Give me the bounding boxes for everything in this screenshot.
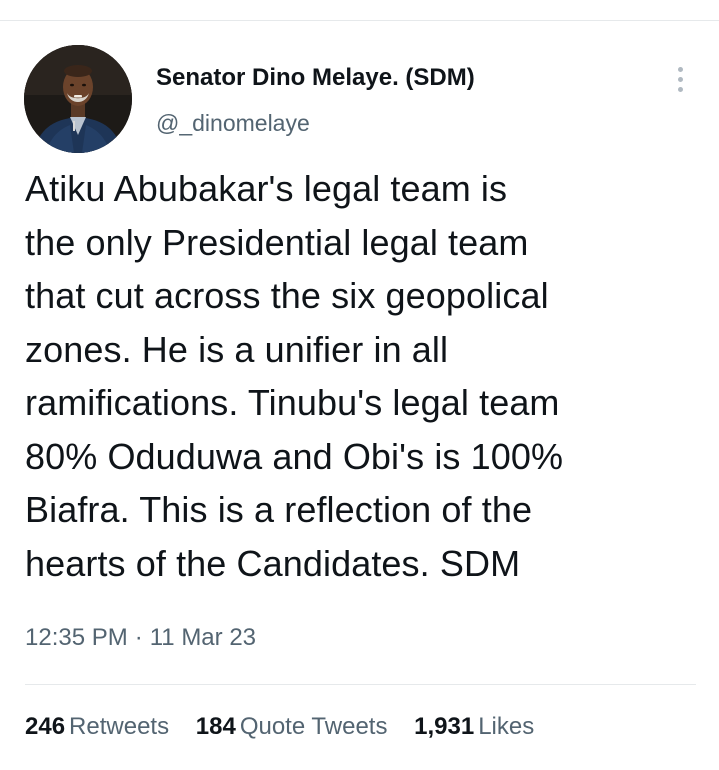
more-vertical-icon-dot xyxy=(677,76,683,82)
tweet-text-line: zones. He is a unifier in all xyxy=(25,328,449,370)
quote-tweets-stat[interactable]: 184 Quote Tweets xyxy=(196,711,388,743)
display-name[interactable]: Senator Dino Melaye. (SDM) xyxy=(156,62,475,94)
engagement-stats: 246 Retweets 184 Quote Tweets 1,931 Likes xyxy=(25,711,554,743)
profile-photo xyxy=(24,45,132,153)
author-info: Senator Dino Melaye. (SDM) @_dinomelaye xyxy=(156,62,475,139)
tweet-text-line: Atiku Abubakar's legal team is xyxy=(25,168,508,209)
quote-tweets-count: 184 xyxy=(195,713,236,740)
tweet-time: 12:35 PM xyxy=(25,624,128,651)
stats-divider xyxy=(25,684,696,685)
top-divider xyxy=(0,20,719,21)
tweet-text-line: that cut across the six geopolical xyxy=(25,275,549,316)
more-options-button[interactable] xyxy=(666,62,694,96)
quote-tweets-label: Quote Tweets xyxy=(239,713,388,740)
likes-stat[interactable]: 1,931 Likes xyxy=(414,711,534,743)
retweets-label: Retweets xyxy=(69,713,170,740)
tweet-text-line: Biafra. This is a reflection of the xyxy=(25,489,533,530)
avatar[interactable] xyxy=(24,45,132,153)
meta-separator: · xyxy=(134,624,143,651)
likes-count: 1,931 xyxy=(414,713,475,740)
more-vertical-icon-dot xyxy=(677,86,683,92)
tweet-text-line: the only Presidential legal team xyxy=(25,221,529,263)
tweet-text: Atiku Abubakar's legal team is the only … xyxy=(25,162,705,590)
tweet-timestamp[interactable]: 12:35 PM · 11 Mar 23 xyxy=(25,622,256,654)
retweets-count: 246 xyxy=(25,713,66,740)
user-handle[interactable]: @_dinomelaye xyxy=(156,107,475,139)
tweet-date: 11 Mar 23 xyxy=(149,624,257,651)
more-vertical-icon xyxy=(677,66,683,72)
tweet-text-line: hearts of the Candidates. SDM xyxy=(25,542,521,584)
tweet-text-line: ramifications. Tinubu's legal team xyxy=(25,382,560,423)
tweet-text-line: 80% Oduduwa and Obi's is 100% xyxy=(25,435,564,477)
likes-label: Likes xyxy=(478,713,535,740)
retweets-stat[interactable]: 246 Retweets xyxy=(25,711,169,743)
